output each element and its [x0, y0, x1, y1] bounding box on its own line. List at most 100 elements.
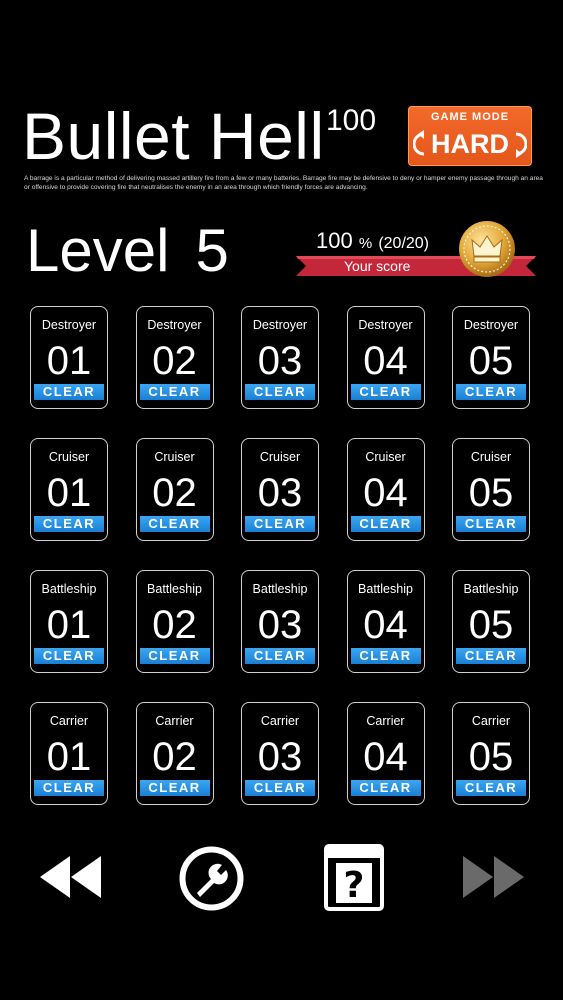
- stage-status-badge: CLEAR: [34, 648, 104, 664]
- stage-cell[interactable]: Carrier 01 CLEAR: [30, 702, 108, 805]
- level-number: 5: [195, 217, 229, 284]
- stage-status-badge: CLEAR: [245, 648, 315, 664]
- stage-type: Battleship: [147, 582, 202, 596]
- stage-number: 05: [468, 603, 514, 647]
- stage-status-badge: CLEAR: [350, 780, 421, 796]
- stage-status-badge: CLEAR: [456, 648, 526, 664]
- stage-number: 01: [46, 339, 92, 383]
- stage-number: 01: [46, 603, 92, 647]
- stage-cell[interactable]: Cruiser 05 CLEAR: [452, 438, 530, 541]
- stage-cell[interactable]: Battleship 05 CLEAR: [452, 570, 530, 673]
- stage-cell[interactable]: Battleship 01 CLEAR: [30, 570, 108, 673]
- stage-status-badge: CLEAR: [456, 516, 526, 532]
- stage-status-badge: CLEAR: [350, 648, 421, 664]
- stage-number: 01: [46, 735, 92, 779]
- score-value: 100 % (20/20): [316, 228, 429, 257]
- stage-status-badge: CLEAR: [139, 648, 210, 664]
- stage-cell[interactable]: Carrier 02 CLEAR: [135, 702, 214, 805]
- stage-status-badge: CLEAR: [139, 384, 210, 400]
- stage-cell[interactable]: Carrier 04 CLEAR: [346, 702, 425, 805]
- stage-status-badge: CLEAR: [139, 780, 210, 796]
- score-percent-sign: %: [358, 235, 373, 252]
- stage-type: Battleship: [463, 582, 519, 596]
- stage-type: Cruiser: [259, 450, 301, 464]
- game-description: A barrage is a particular method of deli…: [24, 175, 543, 191]
- score-label: Your score: [344, 258, 411, 274]
- wrench-icon[interactable]: [178, 845, 245, 912]
- stage-type: Destroyer: [358, 318, 413, 332]
- stage-status-badge: CLEAR: [34, 780, 104, 796]
- stage-status-badge: CLEAR: [350, 516, 421, 532]
- stage-type: Carrier: [260, 714, 300, 728]
- stage-cell[interactable]: Destroyer 02 CLEAR: [135, 306, 214, 409]
- stage-type: Cruiser: [48, 450, 90, 464]
- stage-number: 04: [363, 471, 408, 515]
- help-book-icon[interactable]: ?: [320, 843, 386, 913]
- crown-medal-icon: [459, 221, 515, 277]
- stage-type: Destroyer: [252, 318, 308, 332]
- level-label: Level: [26, 217, 170, 284]
- stage-number: 05: [468, 735, 514, 779]
- game-title: Bullet Hell: [22, 99, 325, 173]
- score-panel: 100 % (20/20) Your score: [296, 220, 536, 280]
- score-percent: 100: [316, 228, 353, 253]
- stage-cell[interactable]: Cruiser 02 CLEAR: [135, 438, 214, 541]
- svg-text:?: ?: [344, 865, 365, 906]
- stage-status-badge: CLEAR: [245, 516, 315, 532]
- rewind-icon[interactable]: [38, 852, 104, 902]
- stage-status-badge: CLEAR: [456, 384, 526, 400]
- game-mode-value: HARD: [431, 129, 509, 159]
- stage-type: Carrier: [155, 714, 194, 728]
- stage-number: 03: [257, 603, 303, 647]
- stage-cell[interactable]: Destroyer 05 CLEAR: [452, 306, 530, 409]
- level-indicator: Level 5: [26, 216, 229, 286]
- stage-cell[interactable]: Battleship 02 CLEAR: [135, 570, 214, 673]
- score-fraction: (20/20): [378, 235, 430, 252]
- stage-number: 05: [468, 471, 514, 515]
- stage-cell[interactable]: Cruiser 01 CLEAR: [30, 438, 108, 541]
- stage-number: 04: [363, 735, 408, 779]
- stage-type: Cruiser: [154, 450, 195, 464]
- stage-type: Destroyer: [41, 318, 97, 332]
- game-mode-toggle[interactable]: GAME MODE HARD: [408, 106, 532, 166]
- stage-status-badge: CLEAR: [34, 516, 104, 532]
- stage-cell[interactable]: Destroyer 03 CLEAR: [241, 306, 319, 409]
- stage-number: 04: [363, 603, 408, 647]
- stage-type: Carrier: [471, 714, 511, 728]
- stage-status-badge: CLEAR: [350, 384, 421, 400]
- stage-number: 02: [152, 339, 197, 383]
- stage-status-badge: CLEAR: [34, 384, 104, 400]
- stage-number: 05: [468, 339, 514, 383]
- cycle-right-icon: [515, 132, 527, 158]
- stage-cell[interactable]: Cruiser 03 CLEAR: [241, 438, 319, 541]
- stage-type: Carrier: [49, 714, 89, 728]
- stage-number: 03: [257, 735, 303, 779]
- stage-status-badge: CLEAR: [139, 516, 210, 532]
- stage-type: Battleship: [252, 582, 308, 596]
- stage-number: 04: [363, 339, 408, 383]
- stage-number: 03: [257, 339, 303, 383]
- stage-cell[interactable]: Destroyer 04 CLEAR: [346, 306, 425, 409]
- stage-type: Cruiser: [470, 450, 512, 464]
- stage-cell[interactable]: Battleship 04 CLEAR: [346, 570, 425, 673]
- stage-type: Destroyer: [463, 318, 519, 332]
- game-mode-label: GAME MODE: [430, 111, 510, 123]
- stage-cell[interactable]: Battleship 03 CLEAR: [241, 570, 319, 673]
- stage-type: Carrier: [366, 714, 405, 728]
- stage-type: Battleship: [358, 582, 413, 596]
- stage-type: Battleship: [41, 582, 97, 596]
- stage-status-badge: CLEAR: [456, 780, 526, 796]
- stage-number: 02: [152, 471, 197, 515]
- stage-type: Cruiser: [365, 450, 406, 464]
- stage-status-badge: CLEAR: [245, 780, 315, 796]
- stage-cell[interactable]: Cruiser 04 CLEAR: [346, 438, 425, 541]
- game-title-superscript: 100: [326, 104, 377, 137]
- stage-cell[interactable]: Carrier 05 CLEAR: [452, 702, 530, 805]
- stage-cell[interactable]: Destroyer 01 CLEAR: [30, 306, 108, 409]
- stage-number: 03: [257, 471, 303, 515]
- stage-number: 02: [152, 735, 197, 779]
- stage-number: 01: [46, 471, 92, 515]
- stage-type: Destroyer: [147, 318, 202, 332]
- stage-cell[interactable]: Carrier 03 CLEAR: [241, 702, 319, 805]
- stage-status-badge: CLEAR: [245, 384, 315, 400]
